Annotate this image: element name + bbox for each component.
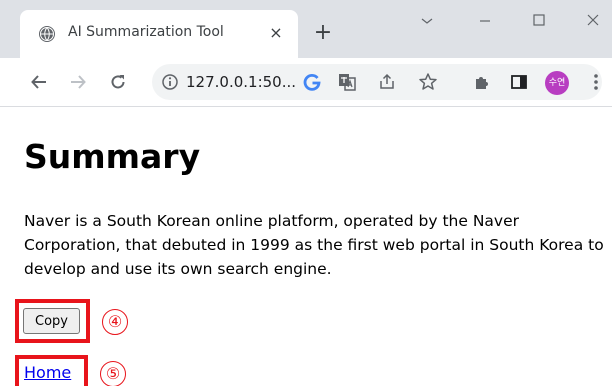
window-close-icon[interactable] [578,10,608,34]
globe-icon [38,25,56,43]
sidepanel-icon[interactable] [507,70,531,94]
browser-window: AI Summarization Tool × + 127.0.0.1:50..… [0,0,612,386]
home-link[interactable]: Home [24,363,71,382]
google-icon[interactable] [302,72,322,92]
avatar[interactable]: 수연 [545,71,569,95]
page-title: Summary [24,137,201,176]
close-icon[interactable]: × [266,23,286,43]
address-bar[interactable]: 127.0.0.1:50... [152,64,602,100]
tab-ai-summarization[interactable]: AI Summarization Tool × [20,10,298,58]
page-content: Summary Naver is a South Korean online p… [0,107,612,386]
forward-icon[interactable] [66,70,90,94]
new-tab-icon[interactable]: + [312,22,334,44]
browser-toolbar: 127.0.0.1:50... 수연 [0,58,612,107]
extensions-icon[interactable] [470,70,494,94]
share-icon[interactable] [377,72,397,92]
translate-icon[interactable] [337,72,357,92]
callout-4: ④ [102,309,128,335]
maximize-icon[interactable] [524,10,554,34]
tab-search-icon[interactable] [412,10,442,34]
minimize-icon[interactable] [470,10,500,34]
back-icon[interactable] [27,70,51,94]
tab-strip: AI Summarization Tool × + [0,0,612,58]
callout-5: ⑤ [100,361,126,386]
reload-icon[interactable] [106,70,130,94]
info-icon[interactable] [161,73,179,91]
summary-text: Naver is a South Korean online platform,… [24,212,604,278]
url-text: 127.0.0.1:50... [186,73,297,91]
star-icon[interactable] [418,72,438,92]
tab-title: AI Summarization Tool [68,24,224,40]
more-icon[interactable] [584,70,608,94]
copy-button[interactable]: Copy [23,308,80,334]
